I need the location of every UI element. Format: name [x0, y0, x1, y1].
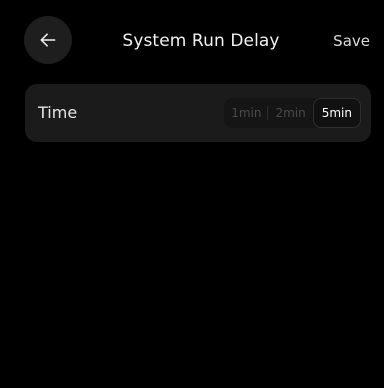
time-option-2min[interactable]: 2min — [268, 98, 312, 128]
time-setting-row: Time 1min 2min 5min — [25, 84, 371, 142]
top-bar: System Run Delay Save — [8, 0, 377, 84]
page-title: System Run Delay — [122, 31, 280, 51]
time-option-5min[interactable]: 5min — [312, 98, 361, 128]
app-screen: System Run Delay Save Time 1min 2min 5mi… — [8, 0, 377, 388]
save-button[interactable]: Save — [333, 29, 370, 53]
time-segmented-control: 1min 2min 5min — [224, 98, 361, 128]
arrow-left-icon — [40, 33, 56, 47]
back-button[interactable] — [24, 16, 72, 64]
time-label: Time — [38, 103, 78, 122]
time-option-1min[interactable]: 1min — [224, 98, 269, 128]
